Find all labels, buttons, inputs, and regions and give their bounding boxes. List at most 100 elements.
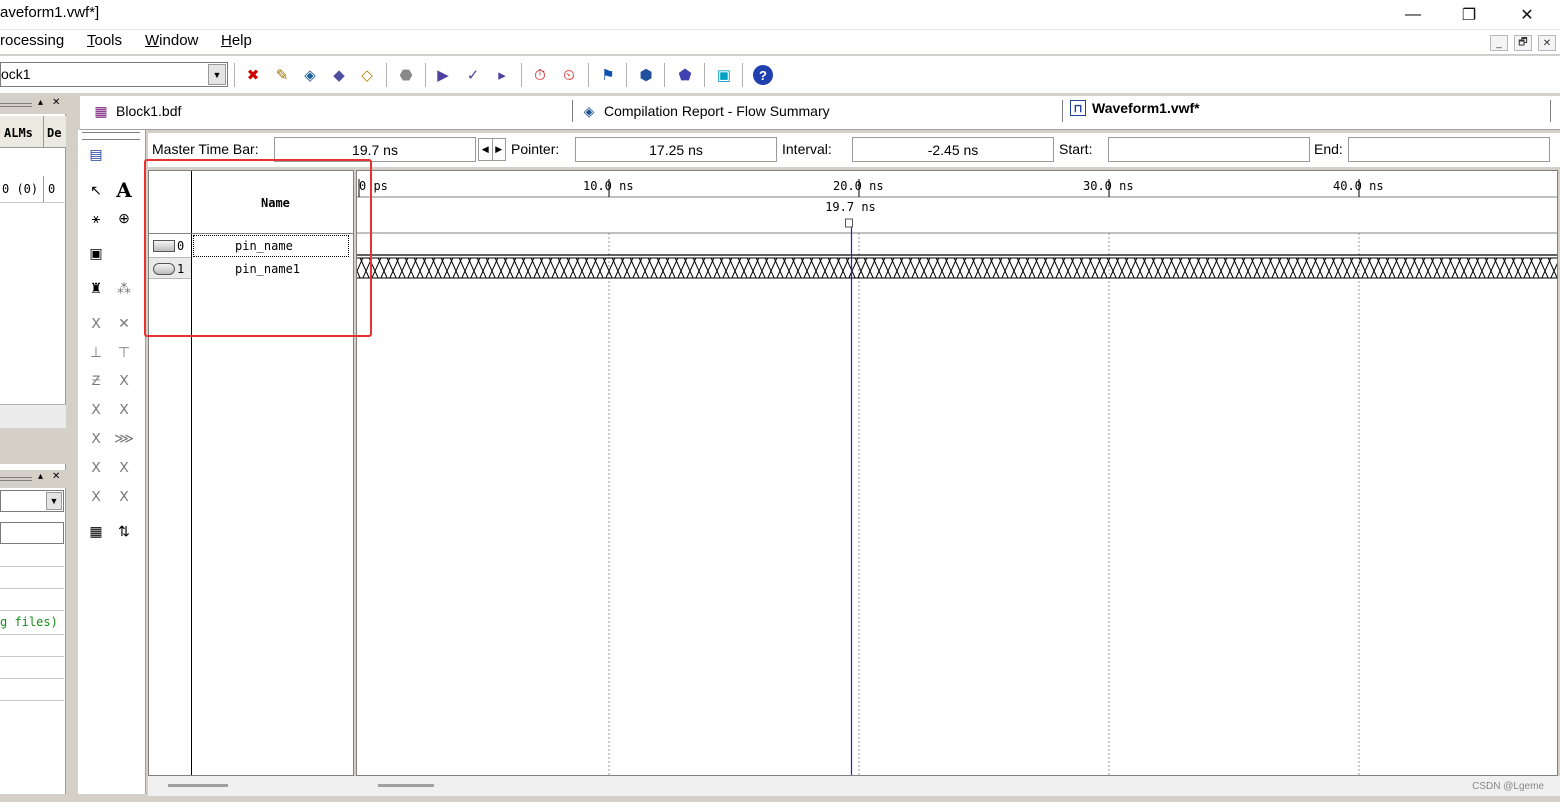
window-icon[interactable]: ▤ bbox=[83, 142, 109, 166]
panel-close-button[interactable]: ✕ bbox=[52, 97, 60, 108]
run-icon[interactable]: ▶ bbox=[431, 64, 455, 86]
chip-planner-icon[interactable]: ⬟ bbox=[673, 64, 697, 86]
master-time-bar-label: Master Time Bar: bbox=[152, 141, 259, 157]
horizontal-scrollbars bbox=[148, 776, 1560, 796]
minimize-button[interactable]: — bbox=[1384, 0, 1442, 30]
row-divider bbox=[0, 610, 64, 611]
column-de[interactable]: De bbox=[47, 126, 61, 140]
diamond-icon[interactable]: ◇ bbox=[355, 64, 379, 86]
pencil-icon[interactable]: ✎ bbox=[270, 64, 294, 86]
overwrite-clock-icon[interactable]: Ⅹ bbox=[111, 455, 137, 479]
time-grid bbox=[608, 233, 1360, 775]
forcing-low-icon[interactable]: ⊥ bbox=[83, 340, 109, 364]
start-analysis-icon[interactable]: ✖ bbox=[241, 64, 265, 86]
timing-check-icon[interactable]: ✓ bbox=[461, 64, 485, 86]
panel-grip[interactable] bbox=[82, 132, 140, 140]
timing-analyzer-icon[interactable]: ⏱ bbox=[528, 64, 552, 86]
messages-filter-select[interactable]: ▼ bbox=[0, 490, 64, 512]
help-icon[interactable]: ? bbox=[751, 64, 775, 86]
maximize-button[interactable]: ❐ bbox=[1440, 0, 1498, 30]
dont-care-icon[interactable]: ✕ bbox=[111, 311, 137, 335]
weak-high-icon[interactable]: Ⅹ bbox=[111, 397, 137, 421]
row-divider bbox=[0, 588, 64, 589]
text-tool-icon[interactable]: A bbox=[111, 178, 137, 202]
chevron-down-icon[interactable]: ▼ bbox=[46, 492, 62, 510]
waveform-editing-icon[interactable]: ⚹ bbox=[83, 206, 109, 230]
weak-low-icon[interactable]: Ⅹ bbox=[83, 397, 109, 421]
weak-unknown-icon[interactable]: Ⅹ bbox=[111, 368, 137, 392]
menu-tools[interactable]: Tools bbox=[87, 32, 122, 49]
watermark: CSDN @Lgeme bbox=[1472, 781, 1544, 792]
selection-tool-icon[interactable]: ↖ bbox=[83, 178, 109, 202]
step-icon[interactable]: ▸ bbox=[490, 64, 514, 86]
name-pane-scroll-thumb[interactable] bbox=[168, 784, 228, 787]
tab-block1-bdf[interactable]: ▦ Block1.bdf bbox=[92, 102, 181, 120]
panel-float-button[interactable]: ▴ bbox=[38, 97, 43, 108]
master-time-bar-handle[interactable] bbox=[845, 218, 853, 228]
toolbar-separator bbox=[704, 63, 705, 87]
arbitrary-value-icon[interactable]: Ⅹ bbox=[83, 484, 109, 508]
panel-close-button[interactable]: ✕ bbox=[52, 471, 60, 482]
wave-pin-name1[interactable] bbox=[357, 258, 1557, 278]
netlist-icon[interactable]: ⬢ bbox=[634, 64, 658, 86]
compile-all-icon[interactable]: ◆ bbox=[327, 64, 351, 86]
menu-window[interactable]: Window bbox=[145, 32, 198, 49]
panel-grip[interactable] bbox=[0, 477, 32, 481]
chevron-left-icon[interactable]: ◀ bbox=[479, 139, 493, 160]
invert-icon[interactable]: ⋙ bbox=[111, 426, 137, 450]
row-divider bbox=[0, 566, 64, 567]
menu-help[interactable]: Help bbox=[221, 32, 252, 49]
panel-scrollbar[interactable] bbox=[0, 404, 66, 428]
compile-icon[interactable]: ◈ bbox=[298, 64, 322, 86]
close-button[interactable]: ✕ bbox=[1498, 0, 1556, 30]
chevron-down-icon[interactable]: ▼ bbox=[208, 64, 226, 85]
entity-select-value: ock1 bbox=[1, 66, 31, 82]
wave-pane-scroll-thumb[interactable] bbox=[378, 784, 434, 787]
random-value-icon[interactable]: Ⅹ bbox=[111, 484, 137, 508]
clock-icon[interactable]: Ⅹ bbox=[83, 455, 109, 479]
programmer-icon[interactable]: ▣ bbox=[712, 64, 736, 86]
column-alms[interactable]: ALMs bbox=[4, 126, 33, 140]
mdi-restore-button[interactable]: 🗗 bbox=[1514, 35, 1532, 51]
waveform-tools: ▤ ↖ A ⚹ ⊕ ▣ ♜ ⁂ Ⅹ ✕ ⊥ ⊤ Ƶ Ⅹ Ⅹ Ⅹ Ⅹ ⋙ Ⅹ Ⅹ … bbox=[78, 130, 146, 794]
panel-grip[interactable] bbox=[0, 103, 32, 107]
panel-header: ▴ ✕ bbox=[0, 470, 66, 488]
high-impedance-icon[interactable]: Ƶ bbox=[83, 368, 109, 392]
stop-icon[interactable]: ⬣ bbox=[394, 64, 418, 86]
forcing-high-icon[interactable]: ⊤ bbox=[111, 340, 137, 364]
waveform-canvas[interactable]: 0 ps 10.0 ns 20.0 ns 30.0 ns 40.0 ns 19.7 ns bbox=[357, 171, 1557, 775]
fit-window-icon[interactable]: ▣ bbox=[83, 241, 109, 265]
assignment-icon[interactable]: ⚑ bbox=[596, 64, 620, 86]
count-value-icon[interactable]: Ⅹ bbox=[83, 426, 109, 450]
find-icon[interactable]: ♜ bbox=[83, 276, 109, 300]
pointer-label: Pointer: bbox=[511, 141, 560, 157]
mdi-minimize-button[interactable]: _ bbox=[1490, 35, 1508, 51]
panel-float-button[interactable]: ▴ bbox=[38, 471, 43, 482]
block-diagram-icon: ▦ bbox=[94, 102, 108, 119]
toolbar-separator bbox=[626, 63, 627, 87]
waveform-pane[interactable]: 0 ps 10.0 ns 20.0 ns 30.0 ns 40.0 ns 19.7 ns bbox=[356, 170, 1558, 776]
mdi-close-button[interactable]: ✕ bbox=[1538, 35, 1556, 51]
start-field[interactable] bbox=[1108, 137, 1310, 162]
chevron-right-icon[interactable]: ▶ bbox=[493, 139, 506, 160]
zoom-icon[interactable]: ⊕ bbox=[111, 206, 137, 230]
tab-waveform1-vwf[interactable]: ⊓ Waveform1.vwf* bbox=[1070, 100, 1200, 116]
column-divider bbox=[43, 176, 44, 202]
time-ruler: 0 ps 10.0 ns 20.0 ns 30.0 ns 40.0 ns bbox=[358, 179, 1384, 197]
end-field[interactable] bbox=[1348, 137, 1550, 162]
toolbar-separator bbox=[588, 63, 589, 87]
messages-header-row bbox=[0, 522, 64, 544]
powerplay-icon[interactable]: ⏲ bbox=[557, 64, 581, 86]
menu-processing[interactable]: rocessing bbox=[0, 32, 64, 49]
replace-icon[interactable]: ⁂ bbox=[111, 276, 137, 300]
tab-compilation-report[interactable]: ◈ Compilation Report - Flow Summary bbox=[580, 102, 830, 120]
row-divider bbox=[0, 656, 64, 657]
grid-icon[interactable]: ▦ bbox=[83, 519, 109, 543]
uninitialized-icon[interactable]: Ⅹ bbox=[83, 311, 109, 335]
toolbar-separator bbox=[742, 63, 743, 87]
row-divider bbox=[0, 678, 64, 679]
sort-icon[interactable]: ⇅ bbox=[111, 519, 137, 543]
messages-panel: ▴ ✕ ▼ g files) bbox=[0, 464, 66, 794]
ruler-tick-label: 40.0 ns bbox=[1333, 179, 1384, 193]
entity-select[interactable]: ock1 ▼ bbox=[0, 62, 228, 87]
